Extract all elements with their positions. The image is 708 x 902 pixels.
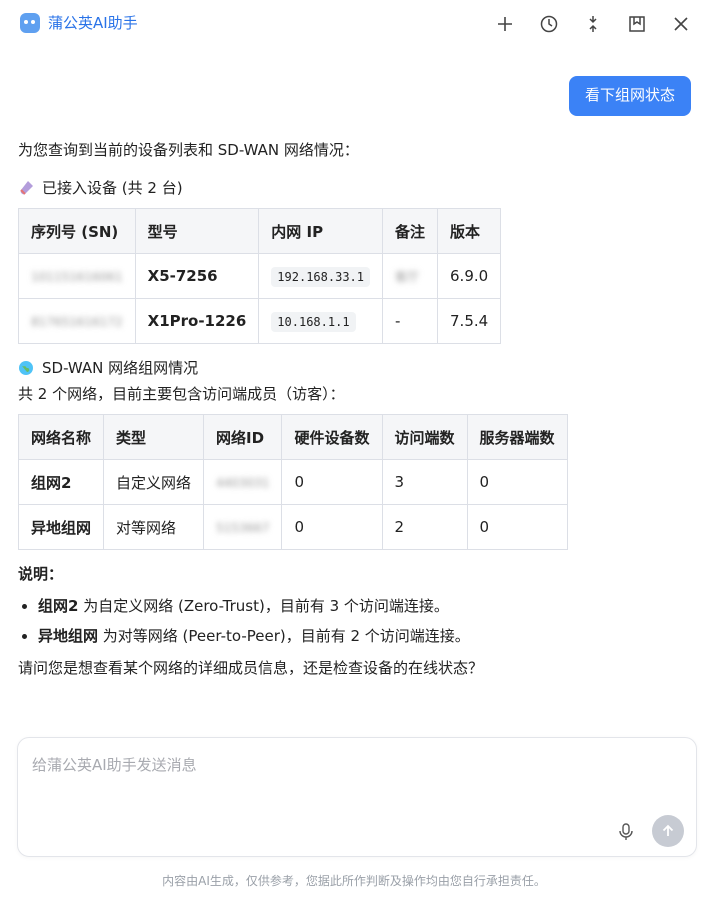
network-name: 组网2 — [17, 459, 105, 505]
table-row: 101151616061 X5-7256 192.168.33.1 客厅 6.9… — [18, 253, 502, 299]
history-icon[interactable] — [537, 12, 561, 36]
server-count: 0 — [466, 504, 568, 550]
devices-table: 序列号 (SN) 型号 内网 IP 备注 版本 101151616061 X5-… — [18, 208, 502, 344]
list-item: 组网2 为自定义网络 (Zero-Trust)，目前有 3 个访问端连接。 — [38, 596, 688, 616]
devices-heading: 已接入设备 (共 2 台) — [42, 179, 183, 197]
header: 蒲公英AI助手 — [0, 0, 708, 48]
ai-assistant-logo-icon — [20, 12, 40, 33]
table-row: 817651616172 X1Pro-1226 10.168.1.1 - 7.5… — [18, 298, 502, 344]
network-summary: 共 2 个网络，目前主要包含访问端成员（访客）： — [18, 385, 345, 403]
devices-heading-row: 已接入设备 (共 2 台) — [18, 178, 688, 198]
network-heading: SD-WAN 网络组网情况 — [42, 359, 199, 377]
header-cell: 访问端数 — [381, 414, 468, 460]
network-name: 异地组网 — [17, 504, 105, 550]
microphone-icon[interactable] — [614, 820, 638, 844]
intro-text: 为您查询到当前的设备列表和 SD-WAN 网络情况： — [18, 141, 359, 159]
model: X1Pro-1226 — [134, 298, 260, 344]
header-cell: 硬件设备数 — [281, 414, 383, 460]
lan-ip: 10.168.1.1 — [271, 312, 356, 332]
table-row: 异地组网 对等网络 5153667 0 2 0 — [17, 504, 568, 550]
collapse-icon[interactable] — [581, 12, 605, 36]
serial-number: 817651616172 — [31, 315, 123, 329]
arrow-up-icon — [662, 824, 674, 836]
brand: 蒲公英AI助手 — [20, 12, 138, 33]
client-count: 3 — [381, 459, 468, 505]
message-input[interactable] — [30, 752, 674, 778]
send-button[interactable] — [652, 815, 684, 847]
serial-number: 101151616061 — [31, 270, 123, 284]
globe-icon — [19, 361, 33, 375]
network-id: 5153667 — [216, 521, 270, 535]
table-row: 组网2 自定义网络 4403031 0 3 0 — [17, 459, 568, 505]
header-cell: 网络ID — [203, 414, 283, 460]
header-cell: 网络名称 — [17, 414, 105, 460]
hardware-count: 0 — [281, 459, 383, 505]
model: X5-7256 — [134, 253, 260, 299]
follow-up-question: 请问您是想查看某个网络的详细成员信息，还是检查设备的在线状态？ — [18, 659, 484, 677]
note-text: 为对等网络 (Peer-to-Peer)，目前有 2 个访问端连接。 — [98, 627, 470, 645]
ai-disclaimer: 内容由AI生成，仅供参考，您据此所作判断及操作均由您自行承担责任。 — [162, 874, 546, 888]
version: 6.9.0 — [437, 253, 502, 299]
app-title: 蒲公英AI助手 — [48, 14, 138, 32]
header-cell: 类型 — [103, 414, 205, 460]
header-cell: 序列号 (SN) — [18, 208, 136, 254]
notes-title: 说明： — [18, 565, 64, 583]
network-id: 4403031 — [216, 476, 270, 490]
note-network-name: 异地组网 — [38, 627, 99, 645]
assistant-message: 为您查询到当前的设备列表和 SD-WAN 网络情况： 已接入设备 (共 2 台)… — [17, 140, 688, 678]
network-heading-row: SD-WAN 网络组网情况 — [18, 358, 688, 378]
network-type: 自定义网络 — [103, 459, 205, 505]
test-tube-icon — [20, 181, 33, 195]
notes-list: 组网2 为自定义网络 (Zero-Trust)，目前有 3 个访问端连接。 异地… — [18, 596, 688, 646]
remark: 客厅 — [395, 270, 420, 284]
network-table-header: 网络名称 类型 网络ID 硬件设备数 访问端数 服务器端数 — [17, 414, 568, 460]
header-cell: 内网 IP — [258, 208, 383, 254]
server-count: 0 — [466, 459, 568, 505]
devices-table-header: 序列号 (SN) 型号 内网 IP 备注 版本 — [18, 208, 502, 254]
new-chat-icon[interactable] — [493, 12, 517, 36]
close-icon[interactable] — [669, 12, 693, 36]
network-type: 对等网络 — [103, 504, 205, 550]
header-cell: 型号 — [134, 208, 260, 254]
hardware-count: 0 — [281, 504, 383, 550]
bookmark-icon[interactable] — [625, 12, 649, 36]
version: 7.5.4 — [437, 298, 502, 344]
message-composer — [17, 737, 697, 857]
lan-ip: 192.168.33.1 — [271, 267, 370, 287]
client-count: 2 — [381, 504, 468, 550]
list-item: 异地组网 为对等网络 (Peer-to-Peer)，目前有 2 个访问端连接。 — [38, 626, 688, 646]
note-network-name: 组网2 — [38, 597, 79, 615]
remark: - — [381, 298, 439, 344]
header-cell: 备注 — [381, 208, 439, 254]
network-table: 网络名称 类型 网络ID 硬件设备数 访问端数 服务器端数 组网2 自定义网络 … — [17, 414, 568, 550]
note-text: 为自定义网络 (Zero-Trust)，目前有 3 个访问端连接。 — [78, 597, 449, 615]
header-cell: 服务器端数 — [466, 414, 568, 460]
user-message-bubble: 看下组网状态 — [568, 76, 691, 116]
header-cell: 版本 — [437, 208, 502, 254]
